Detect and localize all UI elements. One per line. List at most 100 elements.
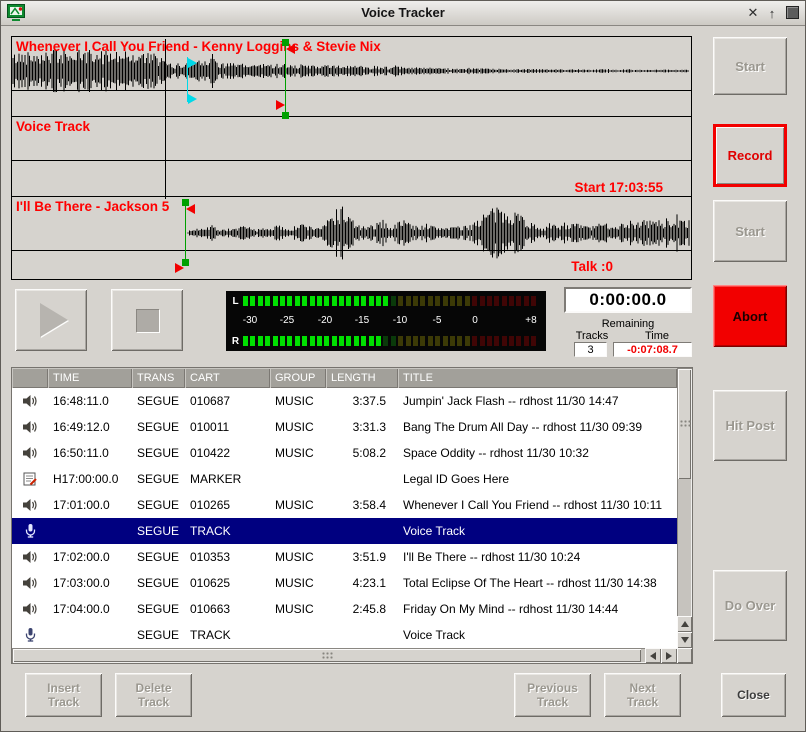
meter-segment (310, 336, 315, 346)
log-row[interactable]: H17:00:00.0SEGUEMARKERLegal ID Goes Here (12, 466, 677, 492)
cell-group (270, 622, 326, 648)
meter-segment (383, 336, 388, 346)
meter-segment (494, 296, 499, 306)
scroll-left-button[interactable] (645, 648, 661, 663)
meter-segment (480, 296, 485, 306)
meter-segment (516, 296, 521, 306)
fade-marker-icon[interactable] (286, 44, 295, 54)
fade-marker-icon[interactable] (276, 100, 285, 110)
log-row[interactable]: 17:02:00.0SEGUE010353MUSIC3:51.9I'll Be … (12, 544, 677, 570)
cell-length (326, 466, 398, 492)
cell-time: 16:49:12.0 (48, 414, 132, 440)
meter-segment (295, 336, 300, 346)
cell-group: MUSIC (270, 596, 326, 622)
previous-track-button[interactable]: Previous Track (514, 673, 591, 717)
header-length: LENGTH (326, 368, 398, 388)
log-row[interactable]: 17:04:00.0SEGUE010663MUSIC2:45.8Friday O… (12, 596, 677, 622)
vscroll-thumb[interactable] (678, 369, 691, 479)
scroll-up-button[interactable] (677, 616, 692, 632)
panel-divider (12, 250, 691, 251)
log-row[interactable]: SEGUETRACKVoice Track (12, 622, 677, 648)
shade-window-icon[interactable]: ↑ (764, 5, 780, 21)
elapsed-time-display: 0:00:00.0 (564, 287, 692, 313)
boundary-handle-icon[interactable] (282, 112, 289, 119)
hit-post-button[interactable]: Hit Post (713, 390, 787, 461)
meter-segment (265, 296, 270, 306)
window-menu-icon[interactable] (786, 6, 799, 19)
meter-segment (406, 336, 411, 346)
cell-trans: SEGUE (132, 570, 185, 596)
fade-marker-icon[interactable] (175, 263, 184, 273)
play-button[interactable] (15, 289, 87, 351)
meter-segment (250, 296, 255, 306)
log-row[interactable]: 16:48:11.0SEGUE010687MUSIC3:37.5Jumpin' … (12, 388, 677, 414)
stop-button[interactable] (111, 289, 183, 351)
scroll-down-button[interactable] (677, 632, 692, 648)
meter-segment (317, 336, 322, 346)
scroll-right-button[interactable] (661, 648, 677, 663)
meter-segment (472, 296, 477, 306)
down-arrow-icon (681, 637, 689, 643)
cell-cart: 010011 (185, 414, 270, 440)
segue-marker-icon[interactable] (188, 94, 197, 104)
fade-marker-icon[interactable] (186, 204, 195, 214)
cell-title: Voice Track (398, 622, 677, 648)
horizontal-scrollbar[interactable] (12, 648, 677, 663)
header-icon-column (12, 368, 48, 388)
hscroll-thumb[interactable] (13, 649, 641, 662)
meter-segments-right (243, 336, 536, 346)
log-row[interactable]: 17:03:00.0SEGUE010625MUSIC4:23.1Total Ec… (12, 570, 677, 596)
speaker-icon (12, 492, 48, 518)
cell-cart: 010663 (185, 596, 270, 622)
next-track-button[interactable]: Next Track (604, 673, 681, 717)
vertical-scrollbar[interactable] (677, 368, 692, 648)
insert-track-button[interactable]: Insert Track (25, 673, 102, 717)
do-over-button[interactable]: Do Over (713, 570, 787, 641)
meter-segment (273, 296, 278, 306)
cell-title: Bang The Drum All Day -- rdhost 11/30 09… (398, 414, 677, 440)
meter-segment (369, 336, 374, 346)
meter-segment (406, 296, 411, 306)
cell-title: Friday On My Mind -- rdhost 11/30 14:44 (398, 596, 677, 622)
meter-segment (273, 336, 278, 346)
log-row[interactable]: 16:49:12.0SEGUE010011MUSIC3:31.3Bang The… (12, 414, 677, 440)
abort-button[interactable]: Abort (713, 285, 787, 347)
close-window-icon[interactable]: ✕ (745, 5, 761, 21)
speaker-icon (12, 414, 48, 440)
meter-segment (420, 336, 425, 346)
start-track3-button[interactable]: Start (713, 200, 787, 262)
meter-scale-label: -10 (393, 315, 407, 326)
cell-group: MUSIC (270, 570, 326, 596)
meter-segment (295, 296, 300, 306)
thumb-grip (679, 420, 690, 429)
meter-segment (250, 336, 255, 346)
meter-segment (339, 336, 344, 346)
meter-segment (391, 336, 396, 346)
cell-trans: SEGUE (132, 518, 185, 544)
meter-segment (302, 296, 307, 306)
close-button[interactable]: Close (721, 673, 786, 717)
cell-cart: 010265 (185, 492, 270, 518)
meter-segment (487, 336, 492, 346)
log-row[interactable]: SEGUETRACKVoice Track (12, 518, 677, 544)
scrollbar-corner (677, 648, 692, 663)
meter-segment (324, 296, 329, 306)
meter-segment (472, 336, 477, 346)
cell-title: Jumpin' Jack Flash -- rdhost 11/30 14:47 (398, 388, 677, 414)
meter-segment (361, 336, 366, 346)
cell-time: 16:50:11.0 (48, 440, 132, 466)
meter-segment (428, 336, 433, 346)
log-row[interactable]: 17:01:00.0SEGUE010265MUSIC3:58.4Whenever… (12, 492, 677, 518)
meter-segment (376, 336, 381, 346)
log-row[interactable]: 16:50:11.0SEGUE010422MUSIC5:08.2Space Od… (12, 440, 677, 466)
segue-marker-icon[interactable] (188, 58, 197, 68)
panel-divider (12, 90, 691, 91)
start-track1-button[interactable]: Start (713, 37, 787, 95)
cell-trans: SEGUE (132, 622, 185, 648)
cell-length (326, 518, 398, 544)
meter-segment (509, 296, 514, 306)
cell-trans: SEGUE (132, 414, 185, 440)
record-button[interactable]: Record (713, 124, 787, 187)
delete-track-button[interactable]: Delete Track (115, 673, 192, 717)
meter-segment (465, 296, 470, 306)
